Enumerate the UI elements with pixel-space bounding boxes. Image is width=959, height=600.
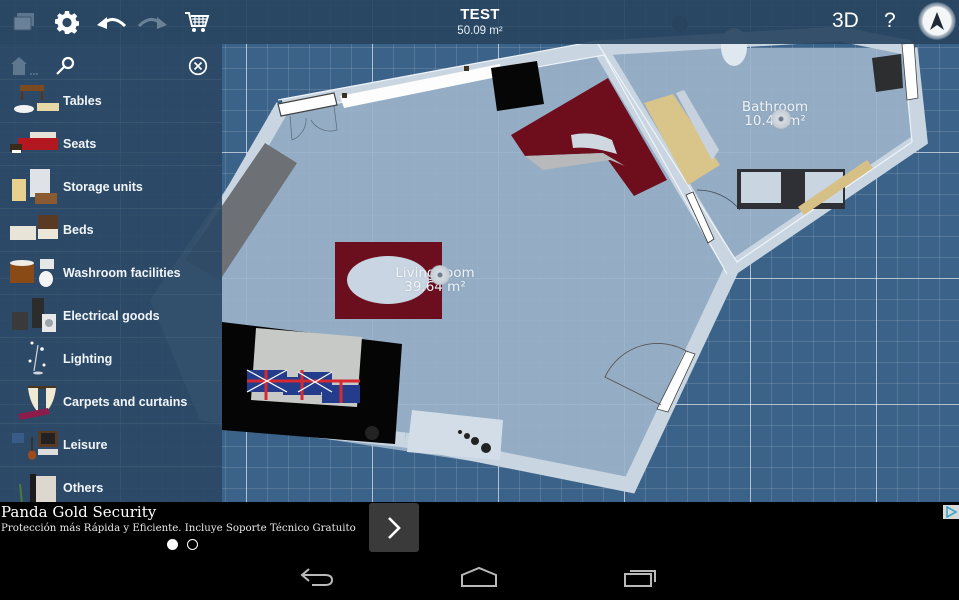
ad-page-dot[interactable] bbox=[187, 539, 198, 550]
electrical-thumbnail-icon bbox=[8, 298, 60, 334]
chevron-right-icon bbox=[388, 516, 401, 539]
ad-next-button[interactable] bbox=[369, 503, 419, 552]
category-tables[interactable]: Tables bbox=[0, 79, 222, 122]
beds-thumbnail-icon bbox=[8, 212, 60, 248]
category-beds[interactable]: Beds bbox=[0, 208, 222, 251]
furniture-catalog-sidebar: Tables Seats Storage units Beds Washroom… bbox=[0, 44, 222, 505]
category-label: Carpets and curtains bbox=[63, 395, 188, 409]
search-icon[interactable] bbox=[55, 56, 75, 81]
black-cabinet bbox=[491, 61, 544, 111]
tables-thumbnail-icon bbox=[8, 83, 60, 119]
wall-light-1 bbox=[342, 93, 347, 98]
close-circle-icon[interactable] bbox=[188, 56, 208, 81]
view-3d-button[interactable]: 3D bbox=[832, 9, 859, 33]
category-label: Electrical goods bbox=[63, 309, 160, 323]
ad-page-dot-active[interactable] bbox=[167, 539, 178, 550]
settings-gear-icon[interactable] bbox=[53, 8, 81, 36]
wall-light-2 bbox=[464, 66, 469, 71]
category-label: Washroom facilities bbox=[63, 266, 181, 280]
room-drag-handle-living[interactable] bbox=[430, 265, 450, 285]
category-label: Tables bbox=[63, 94, 102, 108]
others-thumbnail-icon bbox=[8, 470, 60, 506]
project-title: TEST bbox=[460, 6, 500, 23]
category-electrical-goods[interactable]: Electrical goods bbox=[0, 294, 222, 337]
category-storage-units[interactable]: Storage units bbox=[0, 165, 222, 208]
category-label: Beds bbox=[63, 223, 94, 237]
storage-thumbnail-icon bbox=[8, 169, 60, 205]
project-title-block: TEST 50.09 m² bbox=[400, 6, 560, 37]
category-label: Leisure bbox=[63, 438, 108, 452]
category-carpets-and-curtains[interactable]: Carpets and curtains bbox=[0, 380, 222, 423]
shopping-cart-icon[interactable] bbox=[183, 8, 211, 36]
system-navigation-bar bbox=[0, 554, 959, 600]
carpets-thumbnail-icon bbox=[8, 384, 60, 420]
leisure-thumbnail-icon bbox=[8, 427, 60, 463]
category-label: Others bbox=[63, 481, 104, 495]
recent-apps-icon[interactable] bbox=[621, 564, 661, 590]
undo-icon[interactable] bbox=[95, 8, 127, 36]
lighting-thumbnail-icon bbox=[8, 341, 60, 377]
ad-banner[interactable]: Panda Gold Security Protección más Rápid… bbox=[0, 502, 959, 554]
compass-north-arrow-icon[interactable] bbox=[918, 2, 956, 40]
category-label: Storage units bbox=[63, 180, 143, 194]
category-leisure[interactable]: Leisure bbox=[0, 423, 222, 466]
project-total-area: 50.09 m² bbox=[457, 25, 503, 37]
category-label: Seats bbox=[63, 137, 97, 151]
category-seats[interactable]: Seats bbox=[0, 122, 222, 165]
help-button[interactable]: ? bbox=[884, 9, 896, 33]
home-icon[interactable] bbox=[459, 564, 499, 590]
layers-icon[interactable] bbox=[10, 8, 38, 36]
adchoices-icon[interactable] bbox=[943, 505, 959, 519]
washroom-thumbnail-icon bbox=[8, 255, 60, 291]
category-lighting[interactable]: Lighting bbox=[0, 337, 222, 380]
category-label: Lighting bbox=[63, 352, 113, 366]
category-washroom-facilities[interactable]: Washroom facilities bbox=[0, 251, 222, 294]
back-icon[interactable] bbox=[297, 564, 337, 590]
ad-title[interactable]: Panda Gold Security bbox=[1, 503, 156, 521]
room-drag-handle-bathroom[interactable] bbox=[771, 109, 791, 129]
redo-icon[interactable] bbox=[137, 8, 169, 36]
seats-thumbnail-icon bbox=[8, 126, 60, 162]
ad-subtitle[interactable]: Protección más Rápida y Eficiente. Inclu… bbox=[1, 523, 356, 534]
home-catalog-icon[interactable] bbox=[10, 56, 40, 81]
top-toolbar: TEST 50.09 m² 3D ? bbox=[0, 0, 959, 44]
